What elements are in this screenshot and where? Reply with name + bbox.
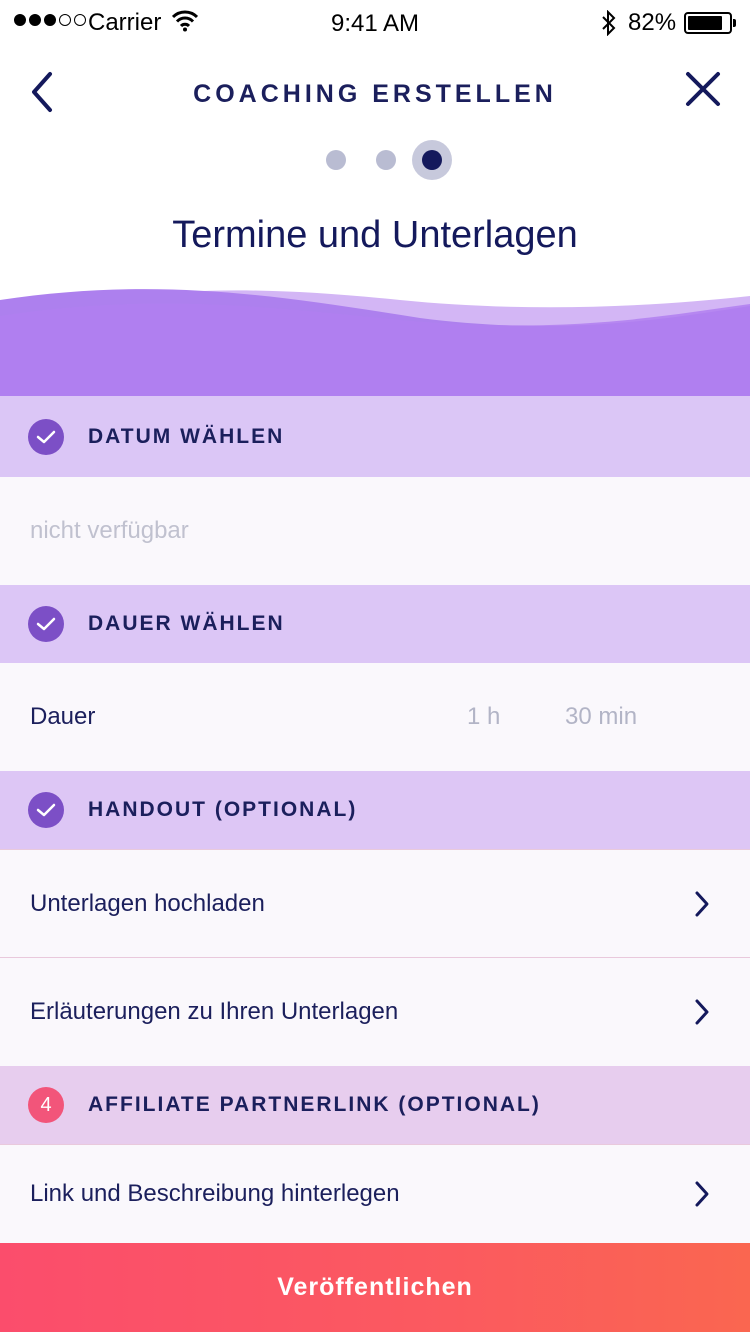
- step-dot-1: [326, 150, 346, 170]
- check-icon: [28, 606, 64, 642]
- duration-row[interactable]: Dauer 1 h 30 min: [0, 663, 750, 771]
- section-header-affiliate: 4 AFFILIATE PARTNERLINK (OPTIONAL): [0, 1066, 750, 1144]
- publish-button[interactable]: Veröffentlichen: [0, 1243, 750, 1332]
- duration-hours-picker[interactable]: 1 h: [467, 703, 500, 731]
- section-label: HANDOUT (OPTIONAL): [88, 798, 358, 821]
- bluetooth-icon: [602, 10, 616, 36]
- check-icon: [28, 418, 64, 455]
- document-notes-row[interactable]: Erläuterungen zu Ihren Unterlagen: [0, 958, 750, 1066]
- section-header-datum: DATUM WÄHLEN: [0, 396, 750, 477]
- step-dot-3-active: [412, 140, 452, 180]
- check-icon: [28, 792, 64, 828]
- affiliate-link-row[interactable]: Link und Beschreibung hinterlegen: [0, 1145, 750, 1243]
- row-label: Unterlagen hochladen: [30, 889, 265, 917]
- page-title: Termine und Unterlagen: [172, 214, 578, 256]
- step-dot-2: [376, 150, 396, 170]
- battery-percentage: 82%: [628, 9, 677, 36]
- row-label: Link und Beschreibung hinterlegen: [30, 1180, 400, 1207]
- duration-label: Dauer: [30, 703, 96, 730]
- section-header-dauer: DAUER WÄHLEN: [0, 585, 750, 663]
- section-label: DAUER WÄHLEN: [88, 612, 285, 635]
- date-unavailable-text: nicht verfügbar: [30, 517, 189, 544]
- step-indicator: [0, 140, 750, 180]
- upload-documents-row[interactable]: Unterlagen hochladen: [0, 850, 750, 957]
- nav-title: COACHING ERSTELLEN: [193, 80, 557, 108]
- chevron-right-icon: [695, 891, 709, 916]
- wave-decoration: [0, 289, 750, 400]
- section-label: AFFILIATE PARTNERLINK (OPTIONAL): [88, 1093, 541, 1116]
- chevron-right-icon: [695, 1181, 709, 1207]
- date-picker-row[interactable]: nicht verfügbar: [0, 477, 750, 585]
- battery-icon: [684, 12, 736, 34]
- section-header-handout: HANDOUT (OPTIONAL): [0, 771, 750, 849]
- chevron-right-icon: [695, 999, 709, 1025]
- duration-minutes-picker[interactable]: 30 min: [565, 703, 637, 731]
- step-number-badge: 4: [28, 1087, 64, 1123]
- close-icon[interactable]: [680, 66, 726, 112]
- section-label: DATUM WÄHLEN: [88, 424, 285, 448]
- row-label: Erläuterungen zu Ihren Unterlagen: [30, 998, 399, 1025]
- status-bar: Carrier 9:41 AM 82%: [0, 0, 750, 48]
